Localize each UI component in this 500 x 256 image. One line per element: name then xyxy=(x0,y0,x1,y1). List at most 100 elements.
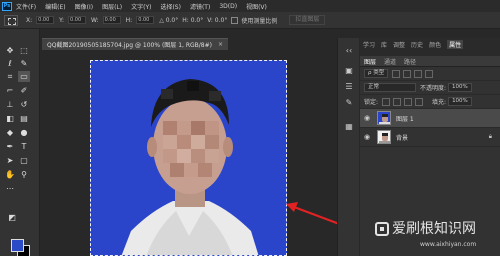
eyedropper-icon[interactable]: ⌐ xyxy=(4,85,16,96)
lock-position-icon[interactable] xyxy=(404,97,413,106)
tab-history[interactable]: 历史 xyxy=(411,40,423,49)
measurement-scale-label: 使用测量比例 xyxy=(241,17,278,25)
watermark-logo-icon xyxy=(375,222,389,236)
layer-thumbnail xyxy=(377,130,391,144)
more-tools-icon[interactable]: ⋯ xyxy=(4,183,16,194)
tools-panel: ✥ ⬚ ℓ ✎ ⌗ ▭ ⌐ ✐ ⊥ ↺ ◧ ▤ ◆ ● ✒ T ➤ ▢ ✋ ⚲ … xyxy=(0,29,40,256)
lock-label: 锁定: xyxy=(364,99,379,106)
lock-all-icon[interactable] xyxy=(415,97,424,106)
eraser-icon[interactable]: ◧ xyxy=(4,113,16,124)
x-label: X: xyxy=(26,16,33,24)
menu-file[interactable]: 文件(F) xyxy=(16,2,36,11)
watermark-text: 爱刷根知识网 xyxy=(392,221,476,237)
eye-icon[interactable]: ◉ xyxy=(364,133,374,141)
layer-filter-row: ρ 类型 xyxy=(360,67,500,81)
eye-icon[interactable]: ◉ xyxy=(364,114,374,122)
default-colors-icon[interactable]: ◩ xyxy=(6,212,18,223)
pen-icon[interactable]: ✒ xyxy=(4,141,16,152)
tab-color[interactable]: 颜色 xyxy=(429,40,441,49)
brushes-icon[interactable]: ✎ xyxy=(344,98,354,108)
ruler-icon[interactable]: ▭ xyxy=(18,71,30,82)
lock-icon: 🔒︎ xyxy=(488,133,492,140)
blend-mode-select[interactable]: 正常 xyxy=(364,83,416,92)
tab-properties[interactable]: 属性 xyxy=(447,39,464,49)
fill-field[interactable]: 100% xyxy=(448,97,472,106)
tab-paths[interactable]: 路径 xyxy=(404,57,416,66)
photoshop-logo: Ps xyxy=(2,1,12,11)
w-field[interactable]: 0.00 xyxy=(102,16,121,24)
angle-readout: △ 0.0° xyxy=(159,16,179,24)
menu-select[interactable]: 选择(S) xyxy=(160,2,181,11)
path-select-icon[interactable]: ➤ xyxy=(4,155,16,166)
menu-view[interactable]: 视图(V) xyxy=(246,2,267,11)
h-angle-readout: H: 0.0° xyxy=(182,16,204,24)
lasso-icon[interactable]: ℓ xyxy=(4,58,16,69)
x-field[interactable]: 0.00 xyxy=(36,16,55,24)
menu-bar: Ps 文件(F) 编辑(E) 图像(I) 图层(L) 文字(Y) 选择(S) 滤… xyxy=(0,0,500,12)
watermark: 爱刷根知识网 www.aixhiyan.com xyxy=(375,222,500,250)
document-canvas-photo[interactable] xyxy=(90,60,287,256)
measurement-scale-checkbox[interactable] xyxy=(231,16,239,24)
opacity-field[interactable]: 100% xyxy=(448,83,472,92)
history-brush-icon[interactable]: ↺ xyxy=(18,99,30,110)
filter-shape-icon[interactable] xyxy=(425,69,434,78)
collapsed-panel-strip: ‹‹ ▣ ☰ ✎ ▦ xyxy=(337,38,359,256)
zoom-icon[interactable]: ⚲ xyxy=(18,169,30,180)
lock-fill-row: 锁定: 填充: 100% xyxy=(360,95,500,109)
swatches-icon[interactable]: ▦ xyxy=(344,122,354,132)
layer-name: 图层 1 xyxy=(396,115,414,123)
hand-icon[interactable]: ✋ xyxy=(4,169,16,180)
portrait-photo xyxy=(91,61,286,255)
tab-libraries[interactable]: 库 xyxy=(381,40,387,49)
y-field[interactable]: 0.00 xyxy=(68,16,87,24)
blur-icon[interactable]: ◆ xyxy=(4,127,16,138)
history-icon[interactable]: ▣ xyxy=(344,66,354,76)
menu-image[interactable]: 图像(I) xyxy=(75,2,93,11)
quick-select-icon[interactable]: ✎ xyxy=(18,58,30,69)
menu-type[interactable]: 文字(Y) xyxy=(131,2,151,11)
y-label: Y: xyxy=(59,16,65,24)
layer-row-layer1[interactable]: ◉ 图层 1 xyxy=(360,109,500,128)
tool-preset-picker[interactable] xyxy=(4,14,18,26)
marquee-icon[interactable]: ⬚ xyxy=(18,45,30,56)
lock-paint-icon[interactable] xyxy=(393,97,402,106)
tab-layers[interactable]: 图层 xyxy=(364,57,376,66)
gradient-icon[interactable]: ▤ xyxy=(18,113,30,124)
blend-opacity-row: 正常 不透明度: 100% xyxy=(360,81,500,95)
filter-adjust-icon[interactable] xyxy=(403,69,412,78)
lock-pixels-icon[interactable] xyxy=(382,97,391,106)
document-tab[interactable]: QQ截图20190505185704.jpg @ 100% (图层 1, RGB… xyxy=(42,38,228,50)
menu-edit[interactable]: 编辑(E) xyxy=(45,2,65,11)
options-bar: X: 0.00 Y: 0.00 W: 0.00 H: 0.00 △ 0.0° H… xyxy=(0,12,500,29)
panel-tabs: 学习 库 调整 历史 颜色 属性 xyxy=(360,38,500,50)
close-icon[interactable]: × xyxy=(218,41,223,48)
menu-filter[interactable]: 滤镜(T) xyxy=(190,2,210,11)
properties-icon[interactable]: ☰ xyxy=(344,82,354,92)
tab-channels[interactable]: 通道 xyxy=(384,57,396,66)
h-field[interactable]: 0.00 xyxy=(136,16,155,24)
crop-icon[interactable]: ⌗ xyxy=(4,71,16,82)
filter-type-icon[interactable] xyxy=(414,69,423,78)
brush-icon[interactable]: ✐ xyxy=(18,85,30,96)
filter-pixel-icon[interactable] xyxy=(392,69,401,78)
type-icon[interactable]: T xyxy=(18,141,30,152)
layer-row-background[interactable]: ◉ 背景 🔒︎ xyxy=(360,128,500,147)
shape-icon[interactable]: ▢ xyxy=(18,155,30,166)
straighten-layer-button[interactable]: 拉直图层 xyxy=(289,15,326,25)
foreground-color-swatch[interactable] xyxy=(11,239,24,252)
menu-layer[interactable]: 图层(L) xyxy=(102,2,122,11)
tab-adjustments[interactable]: 调整 xyxy=(393,40,405,49)
v-angle-readout: V: 0.0° xyxy=(207,16,228,24)
layer-filter-select[interactable]: ρ 类型 xyxy=(364,69,389,78)
tab-learn[interactable]: 学习 xyxy=(363,40,375,49)
panel-collapse-icon[interactable]: ‹‹ xyxy=(344,46,354,56)
layer-thumbnail xyxy=(377,111,391,125)
layers-tabs: 图层 通道 路径 xyxy=(360,56,500,67)
layer-name: 背景 xyxy=(396,134,409,142)
watermark-url: www.aixhiyan.com xyxy=(420,241,477,248)
dodge-icon[interactable]: ● xyxy=(18,127,30,138)
stamp-icon[interactable]: ⊥ xyxy=(4,99,16,110)
w-label: W: xyxy=(91,16,99,24)
move-icon[interactable]: ✥ xyxy=(4,45,16,56)
menu-3d[interactable]: 3D(D) xyxy=(219,3,237,10)
